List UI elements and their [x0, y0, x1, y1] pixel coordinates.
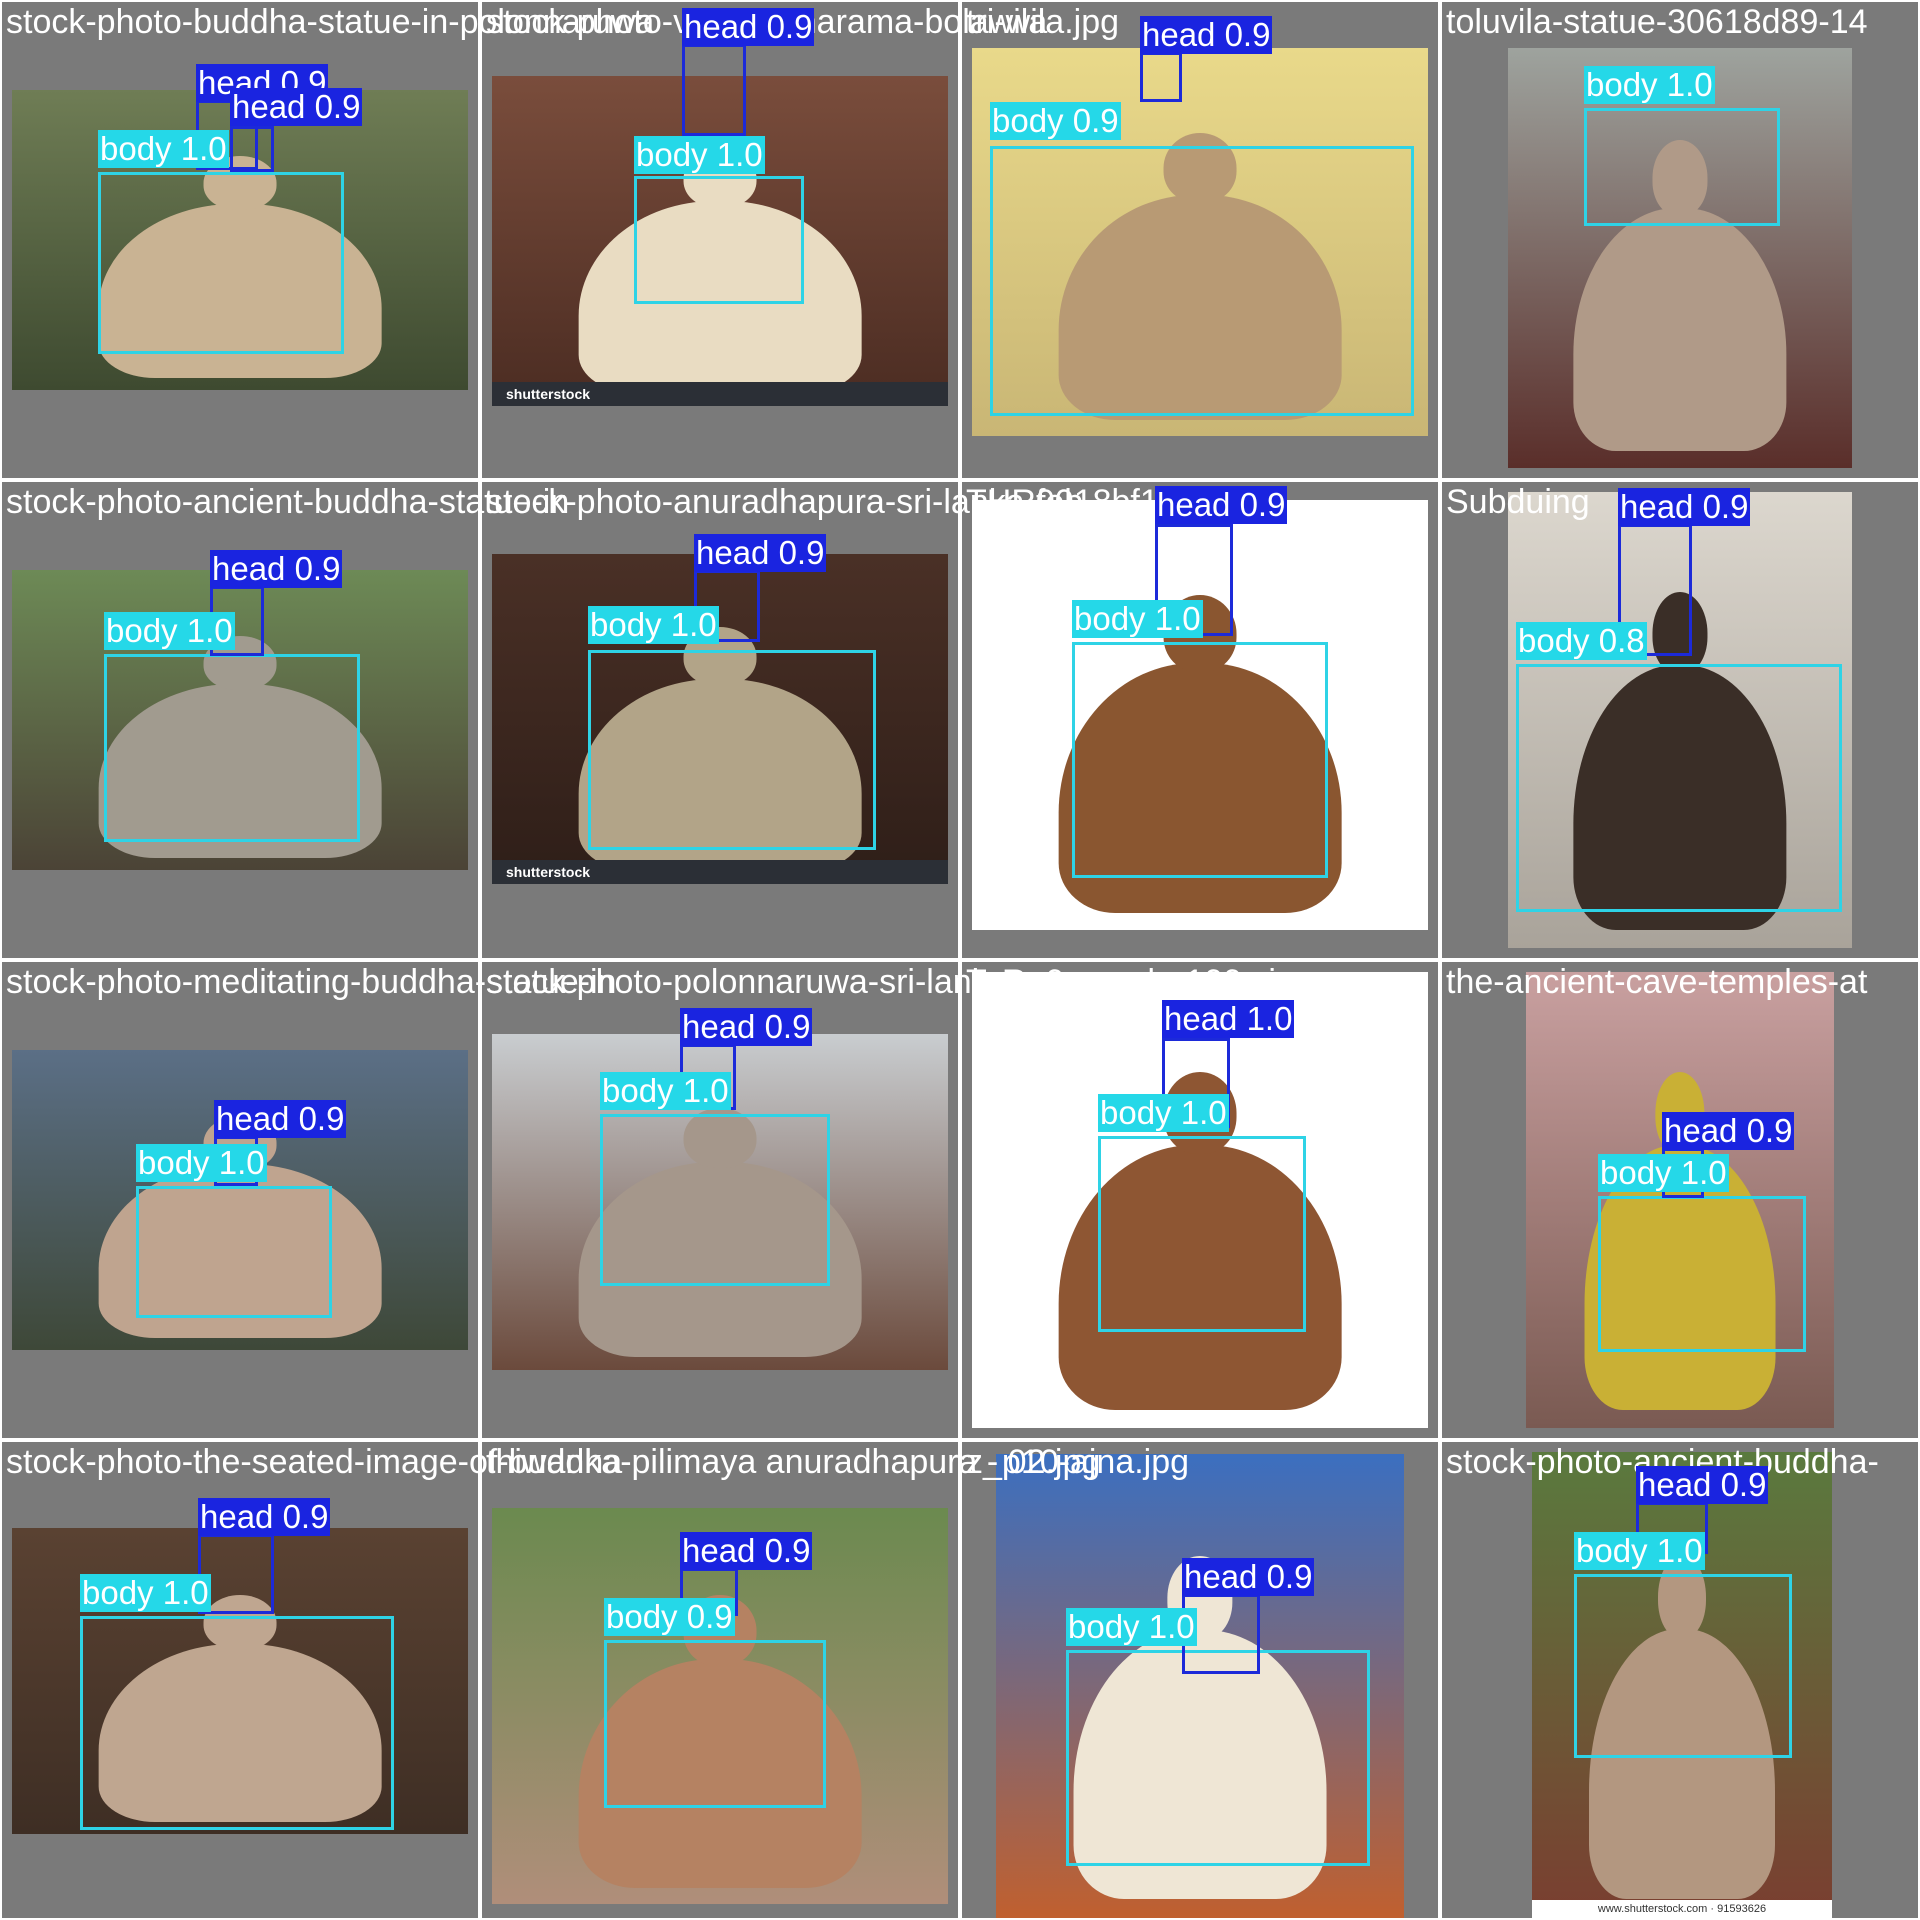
body-bounding-box [98, 172, 344, 354]
head-detection-label: head 0.9 [694, 534, 827, 572]
body-bounding-box [1066, 1650, 1370, 1866]
head-detection-label: head 0.9 [680, 1008, 813, 1046]
statue-body-shape [1573, 207, 1787, 452]
head-bounding-box [682, 44, 746, 136]
head-detection-label: head 0.9 [214, 1100, 347, 1138]
body-detection-label: body 0.8 [1516, 622, 1647, 660]
body-bounding-box [634, 176, 804, 304]
head-detection-label: head 0.9 [680, 1532, 813, 1570]
head-detection-label: head 0.9 [682, 8, 815, 46]
body-bounding-box [1516, 664, 1842, 912]
body-bounding-box [588, 650, 876, 850]
head-detection-label: head 0.9 [1140, 16, 1273, 54]
head-detection-label: head 0.9 [1182, 1558, 1315, 1596]
detection-mosaic: stock-photo-buddha-statue-in-polonnaruwa… [0, 0, 1920, 1920]
body-detection-label: body 1.0 [1066, 1608, 1197, 1646]
watermark-text: www.shutterstock.com · 91593626 [1532, 1900, 1832, 1918]
image-filename: toluvila-statue-30618d89-14 [1446, 3, 1868, 41]
head-detection-label: head 0.9 [230, 88, 363, 126]
body-detection-label: body 1.0 [1598, 1154, 1729, 1192]
body-detection-label: body 1.0 [136, 1144, 267, 1182]
image-filename: the-ancient-cave-temples-at [1446, 963, 1868, 1001]
body-bounding-box [104, 654, 360, 842]
head-detection-label: head 1.0 [1162, 1000, 1295, 1038]
image-filename: TaRa0mayaha100x.jpg [966, 963, 1314, 1001]
body-detection-label: body 1.0 [634, 136, 765, 174]
body-detection-label: body 1.0 [588, 606, 719, 644]
head-bounding-box [230, 126, 274, 172]
image-filename: z_p10-ajna.jpg [966, 1443, 1190, 1481]
head-detection-label: head 0.9 [1618, 488, 1751, 526]
body-bounding-box [136, 1186, 332, 1318]
body-detection-label: body 1.0 [1072, 600, 1203, 638]
head-detection-label: head 0.9 [1155, 486, 1288, 524]
image-filename: Subduing [1446, 483, 1590, 521]
head-bounding-box [1140, 52, 1182, 102]
body-bounding-box [80, 1616, 394, 1830]
body-bounding-box [1584, 108, 1780, 226]
body-detection-label: body 1.0 [104, 612, 235, 650]
body-detection-label: body 0.9 [990, 102, 1121, 140]
body-detection-label: body 1.0 [1098, 1094, 1229, 1132]
watermark-text: shutterstock [492, 860, 948, 884]
head-detection-label: head 0.9 [1636, 1466, 1769, 1504]
body-bounding-box [1098, 1136, 1306, 1332]
head-detection-label: head 0.9 [198, 1498, 331, 1536]
watermark-text: shutterstock [492, 382, 948, 406]
body-bounding-box [1598, 1196, 1806, 1352]
head-detection-label: head 0.9 [1662, 1112, 1795, 1150]
image-filename: tri-wila.jpg [966, 3, 1120, 41]
body-bounding-box [1072, 642, 1328, 878]
body-bounding-box [600, 1114, 830, 1286]
body-bounding-box [604, 1640, 826, 1808]
image-filename: stock-photo-ancient-buddha-statue-in [6, 483, 570, 521]
body-bounding-box [990, 146, 1414, 416]
body-detection-label: body 1.0 [1574, 1532, 1705, 1570]
body-detection-label: body 1.0 [98, 130, 229, 168]
image-filename: stock-photo-polonnaruwa-sri-lanka [486, 963, 1008, 1001]
head-detection-label: head 0.9 [210, 550, 343, 588]
body-detection-label: body 1.0 [600, 1072, 731, 1110]
body-detection-label: body 0.9 [604, 1598, 735, 1636]
body-detection-label: body 1.0 [80, 1574, 211, 1612]
body-detection-label: body 1.0 [1584, 66, 1715, 104]
body-bounding-box [1574, 1574, 1792, 1758]
